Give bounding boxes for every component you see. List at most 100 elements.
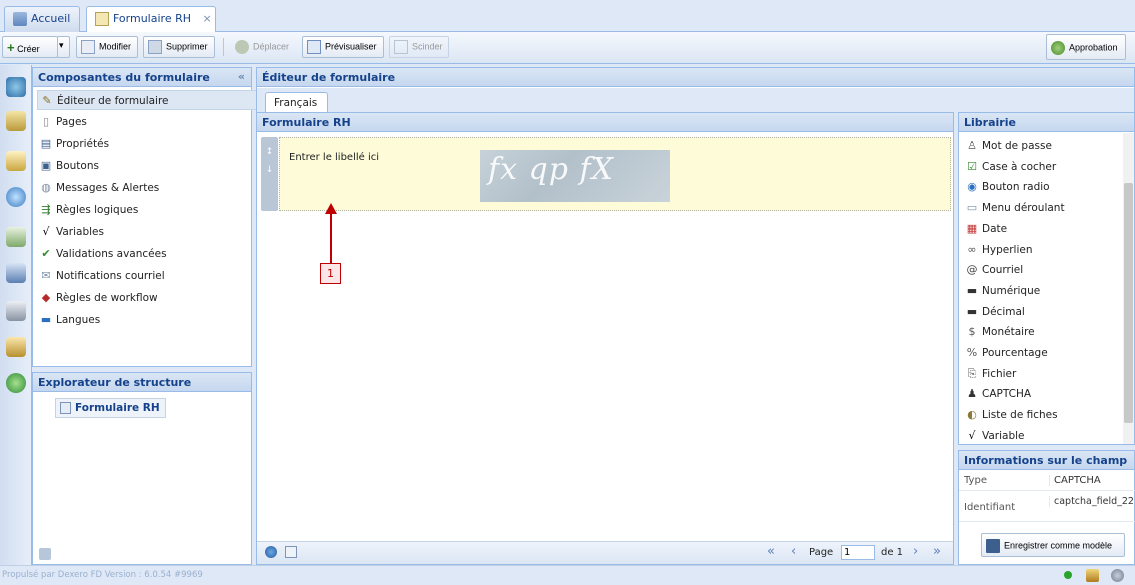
radio-icon: ◉ (967, 180, 977, 194)
file-icon: ⎘ (967, 366, 977, 380)
settings-gear-icon[interactable] (1111, 569, 1124, 582)
library-scrollbar-thumb[interactable] (1124, 183, 1133, 423)
database-module-icon[interactable] (6, 111, 26, 131)
delete-button[interactable]: Supprimer (143, 36, 215, 58)
forms-module-icon[interactable] (6, 151, 26, 171)
scroll-module-icon[interactable] (6, 337, 26, 357)
last-page-icon[interactable]: » (933, 544, 941, 559)
library-item[interactable]: @ Courriel (965, 260, 1024, 280)
preview-button[interactable]: Prévisualiser (302, 36, 384, 58)
reports-module-icon[interactable] (6, 227, 26, 247)
percent-icon: % (966, 346, 978, 359)
library-item[interactable]: ⎘ Fichier (965, 364, 1017, 384)
components-item[interactable]: ✔ Validations avancées (39, 244, 166, 264)
library-item[interactable]: ▦ Date (965, 219, 1007, 239)
tools-module-icon[interactable] (6, 301, 26, 321)
tab-formulaire-rh[interactable]: Formulaire RH × (86, 6, 216, 33)
library-item[interactable]: $ Monétaire (965, 322, 1035, 342)
drag-handle[interactable]: ↕ ↓ (261, 137, 278, 211)
numeric-icon: ▬ (966, 283, 978, 297)
split-button[interactable]: Scinder (389, 36, 449, 58)
structure-node[interactable]: Formulaire RH (55, 398, 166, 418)
modify-label: Modifier (99, 41, 132, 52)
captcha-icon: ♟ (967, 387, 977, 401)
library-item[interactable]: ☑ Case à cocher (965, 157, 1056, 177)
chevron-down-icon: ▾ (59, 40, 64, 50)
home-module-icon[interactable] (6, 77, 26, 97)
captcha-field[interactable]: Entrer le libellé ici fx qp fX (279, 137, 951, 211)
library-item[interactable]: ♟ CAPTCHA (965, 384, 1031, 404)
structure-node-label: Formulaire RH (75, 402, 160, 414)
form-canvas-header: Formulaire RH (257, 113, 953, 132)
field-label-placeholder[interactable]: Entrer le libellé ici (289, 152, 379, 163)
create-button[interactable]: + Créer (2, 36, 58, 58)
dropdown-icon: ▭ (966, 201, 978, 215)
components-item-label: Notifications courriel (56, 270, 165, 282)
create-dropdown-button[interactable]: ▾ (57, 36, 70, 58)
components-item[interactable]: ✉ Notifications courriel (39, 266, 165, 286)
library-item[interactable]: ◐ Liste de fiches (965, 405, 1058, 425)
field-info-value: captcha_field_22 (1049, 496, 1134, 507)
earth-module-icon[interactable] (6, 373, 26, 393)
save-template-button[interactable]: Enregistrer comme modèle (981, 533, 1125, 557)
library-item[interactable]: √ Variable (965, 426, 1024, 446)
users-module-icon[interactable] (6, 263, 26, 283)
components-item[interactable]: ✎ Éditeur de formulaire (37, 90, 281, 110)
plus-icon: + (7, 40, 15, 55)
globe-module-icon[interactable] (6, 187, 26, 207)
library-scrollbar[interactable] (1123, 133, 1134, 444)
help-book-icon[interactable] (1086, 569, 1099, 582)
library-item[interactable]: ▬ Décimal (965, 302, 1025, 322)
captcha-image: fx qp fX (480, 150, 670, 202)
languages-icon: ▬ (40, 313, 52, 326)
refresh-icon[interactable] (265, 546, 277, 558)
library-item-label: Courriel (982, 264, 1024, 277)
version-text: Propulsé par Dexero FD Version : 6.0.54 … (2, 570, 203, 580)
components-item[interactable]: ▯ Pages (39, 112, 87, 132)
edit-icon (81, 40, 95, 54)
move-button[interactable]: Déplacer (230, 36, 298, 58)
components-item[interactable]: ⇶ Règles logiques (39, 200, 138, 220)
library-item-label: Bouton radio (982, 181, 1050, 194)
components-item[interactable]: ▣ Boutons (39, 156, 99, 176)
library-item[interactable]: ▭ Menu déroulant (965, 198, 1065, 218)
next-page-icon[interactable]: › (913, 544, 918, 559)
field-info-value: CAPTCHA (1049, 475, 1101, 486)
collapse-icon[interactable]: « (238, 70, 245, 83)
components-item-label: Pages (56, 116, 87, 128)
components-item[interactable]: ▤ Propriétés (39, 134, 109, 154)
library-item[interactable]: ▬ Numérique (965, 281, 1040, 301)
tab-accueil[interactable]: Accueil (4, 6, 80, 32)
library-panel-header: Librairie (959, 113, 1134, 132)
modify-button[interactable]: Modifier (76, 36, 138, 58)
components-item[interactable]: √ Variables (39, 222, 104, 242)
split-icon (394, 40, 408, 54)
previous-page-icon[interactable]: ‹ (791, 544, 796, 559)
export-icon[interactable] (285, 546, 297, 558)
library-item-label: Pourcentage (982, 347, 1048, 359)
decimal-icon: ▬ (966, 304, 978, 318)
canvas-footer: « ‹ Page de 1 › » (257, 541, 953, 564)
split-label: Scinder (412, 41, 443, 52)
validations-icon: ✔ (41, 247, 51, 260)
trash-icon[interactable] (39, 548, 51, 560)
first-page-icon[interactable]: « (767, 544, 775, 559)
library-item[interactable]: % Pourcentage (965, 343, 1048, 363)
components-item[interactable]: ◆ Règles de workflow (39, 288, 158, 308)
checkbox-icon: ☑ (967, 159, 977, 173)
components-item[interactable]: ▬ Langues (39, 310, 100, 330)
logic-rules-icon: ⇶ (41, 203, 51, 216)
close-icon[interactable]: × (203, 12, 212, 25)
create-label: Créer (17, 44, 40, 54)
approval-button[interactable]: Approbation (1046, 34, 1126, 60)
library-item-label: Liste de fiches (982, 409, 1058, 422)
library-item[interactable]: ◉ Bouton radio (965, 177, 1050, 197)
tab-francais[interactable]: Français (265, 92, 329, 114)
library-item[interactable]: ♙ Mot de passe (965, 136, 1052, 156)
components-item[interactable]: ◍ Messages & Alertes (39, 178, 159, 198)
page-number-input[interactable] (841, 545, 875, 560)
components-item-label: Boutons (56, 160, 99, 172)
library-item[interactable]: ∞ Hyperlien (965, 240, 1032, 260)
components-item-label: Langues (56, 314, 101, 326)
components-item-label: Règles logiques (56, 204, 139, 216)
